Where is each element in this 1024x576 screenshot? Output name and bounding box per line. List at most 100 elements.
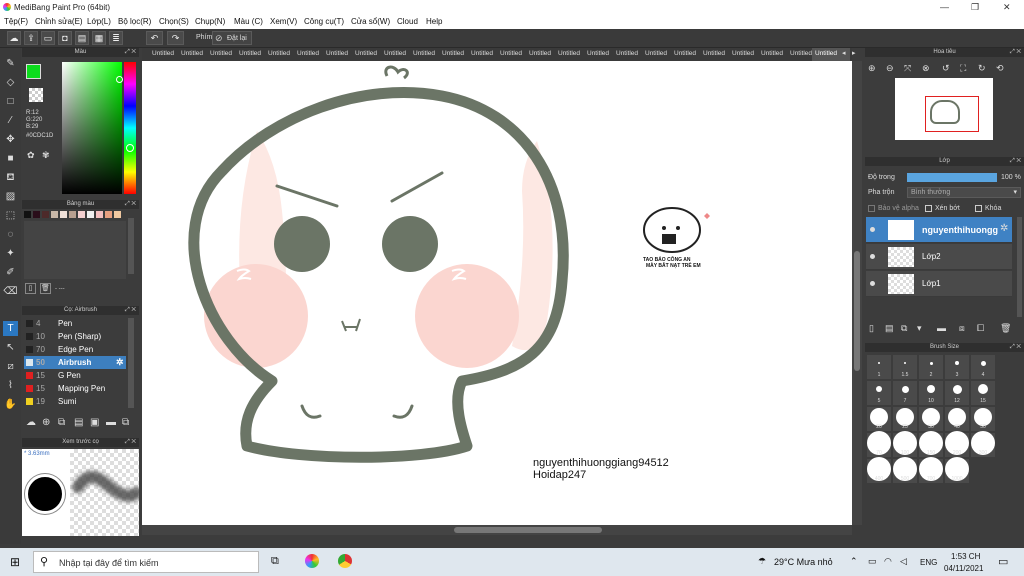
horizontal-scrollbar[interactable] [142, 525, 852, 535]
language-indicator[interactable]: ENG [920, 558, 937, 567]
lasso-tool-icon[interactable]: ◌ [3, 227, 18, 242]
operation-tool-icon[interactable]: ↖ [3, 340, 18, 355]
tab-untitled[interactable]: Untitled [413, 50, 435, 57]
layer-item[interactable]: Lớp1 [866, 271, 1012, 297]
list-icon[interactable]: ≣ [109, 31, 123, 45]
select-eraser-icon[interactable]: ⌫ [3, 284, 18, 299]
palette-swatch[interactable] [24, 211, 31, 218]
eye-icon[interactable] [870, 254, 875, 259]
foreground-color-swatch[interactable] [26, 64, 41, 79]
brush-duplicate-icon[interactable]: ⧉ [122, 417, 129, 428]
eye-icon[interactable] [870, 281, 875, 286]
brush-size-option[interactable]: 20 [867, 407, 891, 431]
eyedropper-tool-icon[interactable]: ⌇ [3, 378, 18, 393]
grid-icon[interactable]: ▦ [92, 31, 106, 45]
menu-tools[interactable]: Công cụ(T) [304, 17, 344, 26]
chevron-up-icon[interactable]: ⌃ [850, 556, 858, 567]
palette-swatch[interactable] [60, 211, 67, 218]
add-brush-icon[interactable]: ☁ [26, 417, 36, 428]
vertical-scroll-thumb[interactable] [854, 251, 860, 371]
brush-item[interactable]: 19 Sumi [24, 395, 126, 408]
bucket-tool-icon[interactable]: ⛾ [3, 170, 18, 185]
tab-untitled[interactable]: Untitled [355, 50, 377, 57]
tab-untitled[interactable]: Untitled [268, 50, 290, 57]
layers-scrollbar[interactable] [1017, 217, 1022, 317]
maximize-icon[interactable]: ❐ [971, 2, 979, 13]
brush-size-option[interactable]: 40 [945, 407, 969, 431]
select-pen-icon[interactable]: ✐ [3, 265, 18, 280]
tab-untitled[interactable]: Untitled [152, 50, 174, 57]
brush-size-option[interactable]: 200 [945, 431, 969, 457]
palette-scrollbar[interactable] [128, 218, 134, 274]
taskbar-search[interactable]: ⚲ Nhập tại đây để tìm kiếm [33, 551, 259, 573]
close-icon[interactable]: ✕ [1003, 2, 1011, 13]
brush-item[interactable]: 15 G Pen [24, 369, 126, 382]
brush-item-selected[interactable]: 50 Airbrush ✲ [24, 356, 126, 369]
reset-view-icon[interactable]: ⟲ [996, 63, 1004, 74]
blend-mode-select[interactable]: Bình thường ▾ [907, 187, 1021, 198]
palette-swatch[interactable] [105, 211, 112, 218]
chat-icon[interactable]: ◘ [58, 31, 72, 45]
tab-untitled[interactable]: Untitled [297, 50, 319, 57]
brush-size-option[interactable]: 1 [867, 355, 891, 379]
brush-tool-icon[interactable]: ✎ [3, 56, 18, 71]
color-eyedrop-icon[interactable]: ✾ [42, 150, 55, 163]
brush-size-option[interactable]: 1000 [945, 457, 969, 483]
brush-size-option[interactable]: 500 [893, 457, 917, 483]
brush-scrollbar[interactable] [128, 318, 134, 408]
copy-layer-icon[interactable]: ⧉ [901, 323, 907, 334]
brush-item[interactable]: 10 Pen (Sharp) [24, 330, 126, 343]
palette-swatch[interactable] [114, 211, 121, 218]
palette-swatch[interactable] [69, 211, 76, 218]
tab-untitled[interactable]: Untitled [239, 50, 261, 57]
settings-icon[interactable]: ✲ [1000, 223, 1008, 234]
cloud-icon[interactable]: ☁ [7, 31, 21, 45]
undo-button[interactable]: ↶ [146, 31, 163, 45]
text-tool-icon[interactable]: T [3, 321, 18, 336]
notification-icon[interactable]: ▭ [998, 555, 1008, 568]
menu-help[interactable]: Help [426, 17, 442, 26]
menu-edit[interactable]: Chỉnh sửa(E) [35, 17, 83, 26]
hand-tool-icon[interactable]: ✋ [3, 397, 18, 412]
fullscreen-icon[interactable]: ⛶ [960, 63, 966, 74]
brush-item[interactable]: 4 Pen [24, 317, 126, 330]
layer-item-selected[interactable]: nguyenthihuongg ✲ [866, 217, 1012, 243]
menu-window[interactable]: Cửa sổ(W) [351, 17, 390, 26]
brush-edit-icon[interactable]: ▤ [74, 417, 83, 428]
tab-untitled[interactable]: Untitled [616, 50, 638, 57]
fit-icon[interactable]: ⤧ [904, 63, 911, 74]
tab-untitled[interactable]: Untitled [761, 50, 783, 57]
brush-size-option[interactable]: 400 [867, 457, 891, 483]
delete-layer-icon[interactable]: 🗑 [1000, 323, 1011, 334]
menu-cloud[interactable]: Cloud [397, 17, 418, 26]
redo-button[interactable]: ↷ [167, 31, 184, 45]
brush-size-option[interactable]: 5 [867, 381, 891, 405]
palette-delete-icon[interactable]: 🗑 [40, 283, 51, 294]
palette-swatch[interactable] [51, 211, 58, 218]
upload-icon[interactable]: ⇪ [24, 31, 38, 45]
clipping-checkbox[interactable] [925, 205, 932, 212]
menu-color[interactable]: Màu (C) [234, 17, 263, 26]
brush-size-option[interactable]: 25 [893, 407, 917, 431]
transparent-color-swatch[interactable] [29, 88, 43, 102]
minimize-icon[interactable]: — [940, 2, 949, 12]
zoom-out-icon[interactable]: ⊖ [886, 63, 894, 74]
settings-icon[interactable]: ✲ [116, 357, 124, 368]
hue-slider-handle[interactable] [126, 144, 134, 152]
clock-time[interactable]: 1:53 CH [951, 552, 980, 561]
tab-untitled[interactable]: Untitled [210, 50, 232, 57]
brush-size-option[interactable]: 300 [971, 431, 995, 457]
menu-select[interactable]: Chọn(S) [159, 17, 189, 26]
tab-next-icon[interactable]: ▸ [852, 49, 856, 57]
brush-item[interactable]: 15 Mapping Pen [24, 382, 126, 395]
brush-add-icon[interactable]: ⊕ [42, 417, 50, 428]
tab-prev-icon[interactable]: ◂ [842, 49, 846, 57]
color-wheel-icon[interactable]: ✿ [27, 150, 40, 163]
select-tool-icon[interactable]: ⬚ [3, 208, 18, 223]
alpha-protect-checkbox[interactable] [868, 205, 875, 212]
menu-snap[interactable]: Chụp(N) [195, 17, 225, 26]
tab-untitled[interactable]: Untitled [732, 50, 754, 57]
brush-size-option[interactable]: 7 [893, 381, 917, 405]
palette-swatch[interactable] [96, 211, 103, 218]
reset-button[interactable]: ⊘ Đặt lại [212, 31, 252, 45]
